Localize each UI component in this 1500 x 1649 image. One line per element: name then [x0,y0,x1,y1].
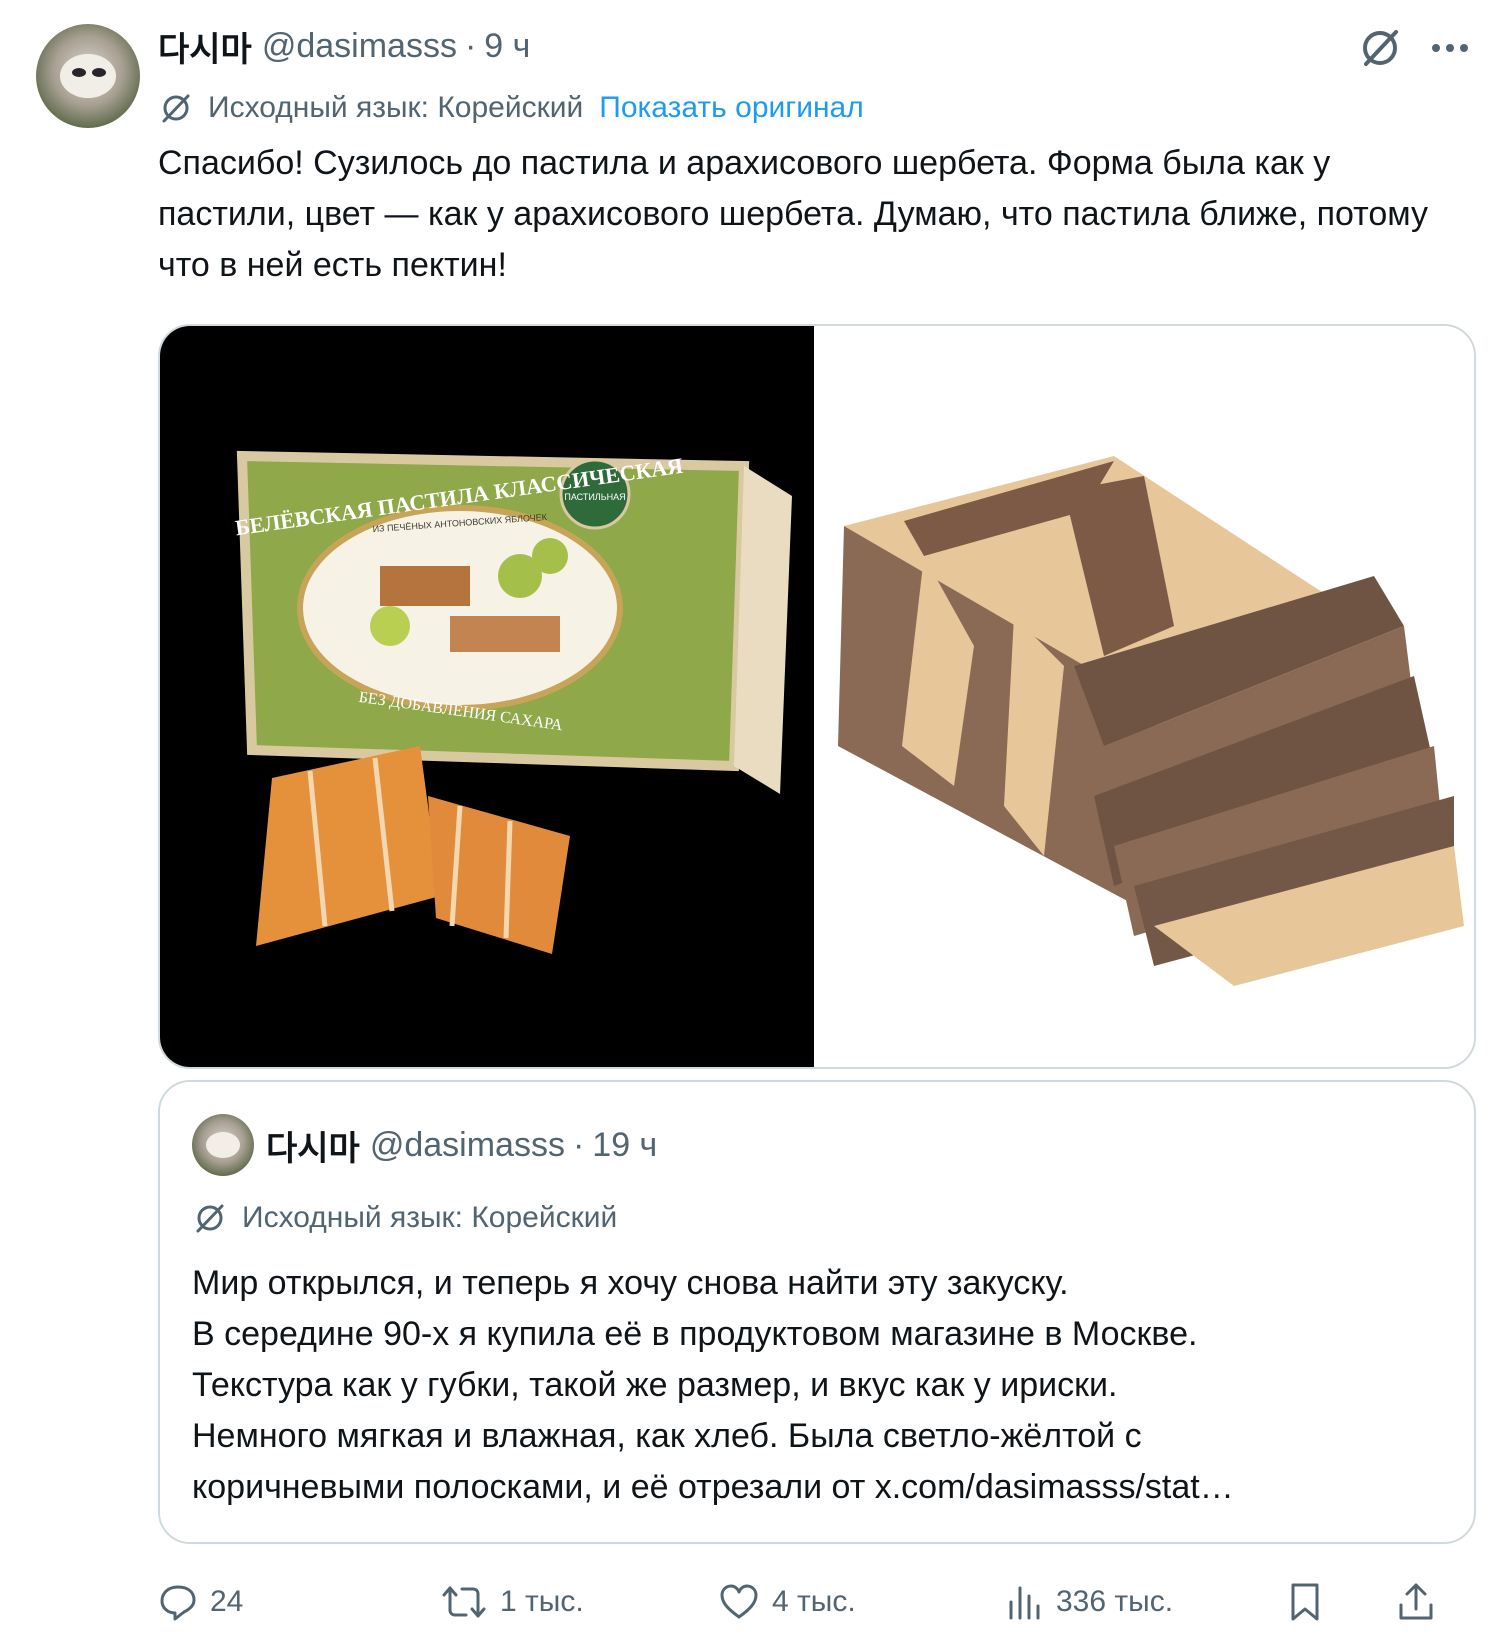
quoted-text-line: Мир открылся, и теперь я хочу снова найт… [192,1264,1069,1302]
quoted-avatar-face [206,1132,240,1158]
quoted-text-line: Текстура как у губки, такой же размер, и… [192,1366,1118,1404]
views-icon [1009,1586,1040,1620]
show-original-link[interactable]: Показать оригинал [599,91,863,125]
translate-icon [196,1204,224,1233]
translation-notice: Исходный язык: Корейский Показать оригин… [158,88,864,128]
heart-icon [720,1584,758,1619]
quoted-tweet[interactable]: 다시마 @dasimasss · 19 ч Исходный язык: Кор… [158,1080,1476,1544]
more-options-icon[interactable] [1430,42,1470,54]
bookmark-icon [1291,1583,1319,1621]
quoted-text-line: коричневыми полосками, и её отрезали от … [192,1468,1234,1506]
top-actions [1356,24,1470,72]
quoted-text-line: В середине 90-х я купила её в продуктово… [192,1315,1198,1353]
views-count: 336 тыс. [1056,1585,1174,1618]
avatar-face [60,54,116,98]
reply-button[interactable]: 24 [158,1572,243,1632]
quoted-author-name[interactable]: 다시마 [266,1121,360,1170]
tweet-header: 다시마 @dasimasss · 9 ч [158,22,530,71]
repost-icon [442,1586,486,1618]
views-button[interactable]: 336 тыс. [1006,1572,1173,1632]
action-bar: 24 1 тыс. 4 тыс. 336 тыс. [158,1572,1476,1632]
seal-text: ПАСТИЛЬНАЯ [564,492,625,502]
bookmark-button[interactable] [1288,1572,1334,1632]
quoted-avatar[interactable] [192,1114,254,1176]
tweet-time[interactable]: 9 ч [484,27,530,66]
quoted-text-line: Немного мягкая и влажная, как хлеб. Была… [192,1417,1142,1455]
author-handle[interactable]: @dasimasss [262,27,457,66]
like-count: 4 тыс. [772,1585,856,1618]
peanut-sherbet-photo[interactable] [814,326,1474,1067]
translation-label: Исходный язык: Корейский [208,91,584,124]
quoted-author-handle[interactable]: @dasimasss [370,1126,565,1165]
avatar-eye-right [92,68,106,77]
reply-icon [160,1585,196,1621]
translate-icon [162,94,190,123]
share-icon [1399,1583,1433,1620]
share-button[interactable] [1396,1572,1448,1632]
grok-translate-icon[interactable] [1356,24,1404,72]
reply-count: 24 [210,1585,244,1618]
tweet-text: Спасибо! Сузилось до пастила и арахисово… [158,144,1429,284]
quoted-header: 다시마 @dasimasss · 19 ч [266,1122,657,1168]
avatar[interactable] [36,24,140,128]
media-grid: ПАСТИЛЬНАЯ БЕЛЁВСКАЯ ПАСТИЛА КЛАССИЧЕСКА… [158,324,1476,1069]
quoted-separator-dot: · [572,1125,585,1164]
quoted-time[interactable]: 19 ч [592,1126,657,1165]
repost-button[interactable]: 1 тыс. [440,1572,584,1632]
author-name[interactable]: 다시마 [158,22,252,71]
separator-dot: · [464,26,477,65]
like-button[interactable]: 4 тыс. [718,1572,856,1632]
avatar-eye-left [72,68,86,77]
repost-count: 1 тыс. [500,1585,584,1618]
quoted-translation-label: Исходный язык: Корейский [242,1201,618,1234]
pastila-box-photo[interactable]: ПАСТИЛЬНАЯ БЕЛЁВСКАЯ ПАСТИЛА КЛАССИЧЕСКА… [160,326,814,1067]
quoted-translation-notice: Исходный язык: Корейский [192,1198,617,1238]
quoted-text: Мир открылся, и теперь я хочу снова найт… [192,1258,1452,1513]
